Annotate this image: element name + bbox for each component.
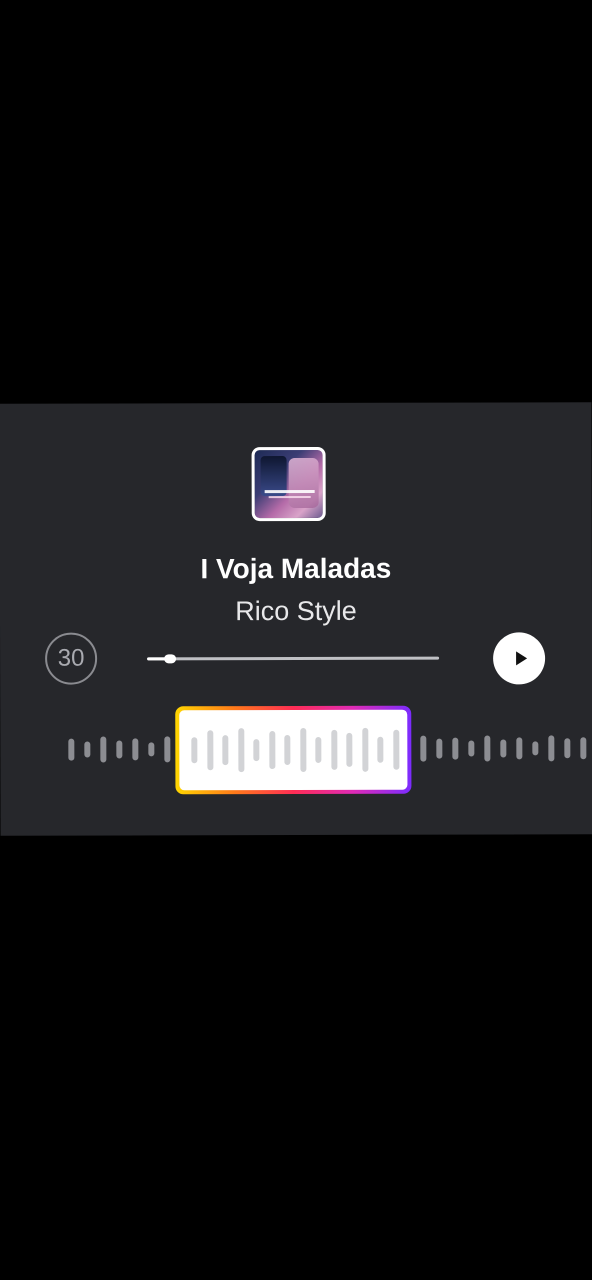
clip-selection-window (179, 709, 408, 791)
selected-waveform-bar (315, 736, 322, 763)
waveform-bar (132, 738, 139, 761)
waveform-bar (468, 740, 475, 757)
waveform-bar (420, 735, 427, 762)
selected-waveform-bar (377, 736, 384, 763)
play-button[interactable] (493, 632, 546, 685)
waveform-bar (68, 738, 75, 761)
clip-selection-handle[interactable] (175, 705, 412, 795)
cover-text-line (268, 495, 311, 499)
waveform-bar (164, 736, 171, 763)
selected-waveform-bar (237, 728, 244, 773)
music-sticker-sheet: I Voja Maladas Rico Style 30 (0, 402, 592, 836)
selected-waveform-bar (222, 735, 229, 766)
waveform-bar (580, 737, 587, 760)
waveform-bar (484, 735, 491, 762)
waveform-bar (100, 736, 107, 763)
waveform-bar (116, 740, 123, 759)
playback-progress-bar[interactable] (147, 654, 440, 664)
waveform-bar (516, 737, 523, 760)
selected-waveform-bar (268, 731, 275, 770)
waveform-bar (564, 738, 571, 759)
song-artist: Rico Style (235, 595, 357, 627)
waveform-bar (452, 737, 459, 760)
selected-waveform-bar (330, 729, 337, 770)
screen: I Voja Maladas Rico Style 30 (0, 0, 592, 1280)
selected-waveform-bar (206, 730, 213, 771)
selected-waveform-bar (361, 727, 368, 772)
selected-waveform-bar (346, 732, 353, 767)
clip-duration-button[interactable]: 30 (45, 632, 98, 685)
progress-thumb[interactable] (164, 654, 177, 664)
audio-waveform[interactable] (0, 702, 592, 796)
waveform-bar (148, 742, 155, 757)
waveform-bar (548, 735, 555, 762)
selected-waveform-bar (392, 729, 399, 770)
waveform-bar (532, 741, 539, 756)
song-title: I Voja Maladas (200, 552, 392, 585)
cover-figure-light (288, 457, 319, 509)
waveform-bar (436, 738, 443, 759)
selected-waveform-bar (253, 739, 260, 762)
selected-waveform-bar (191, 737, 198, 764)
play-icon (515, 651, 527, 666)
waveform-bar (500, 739, 507, 758)
selected-waveform-bar (284, 735, 291, 766)
waveform-bar (84, 741, 91, 758)
selected-waveform-bar (299, 727, 306, 772)
cover-text-line (264, 489, 315, 494)
album-cover-image (251, 446, 326, 522)
